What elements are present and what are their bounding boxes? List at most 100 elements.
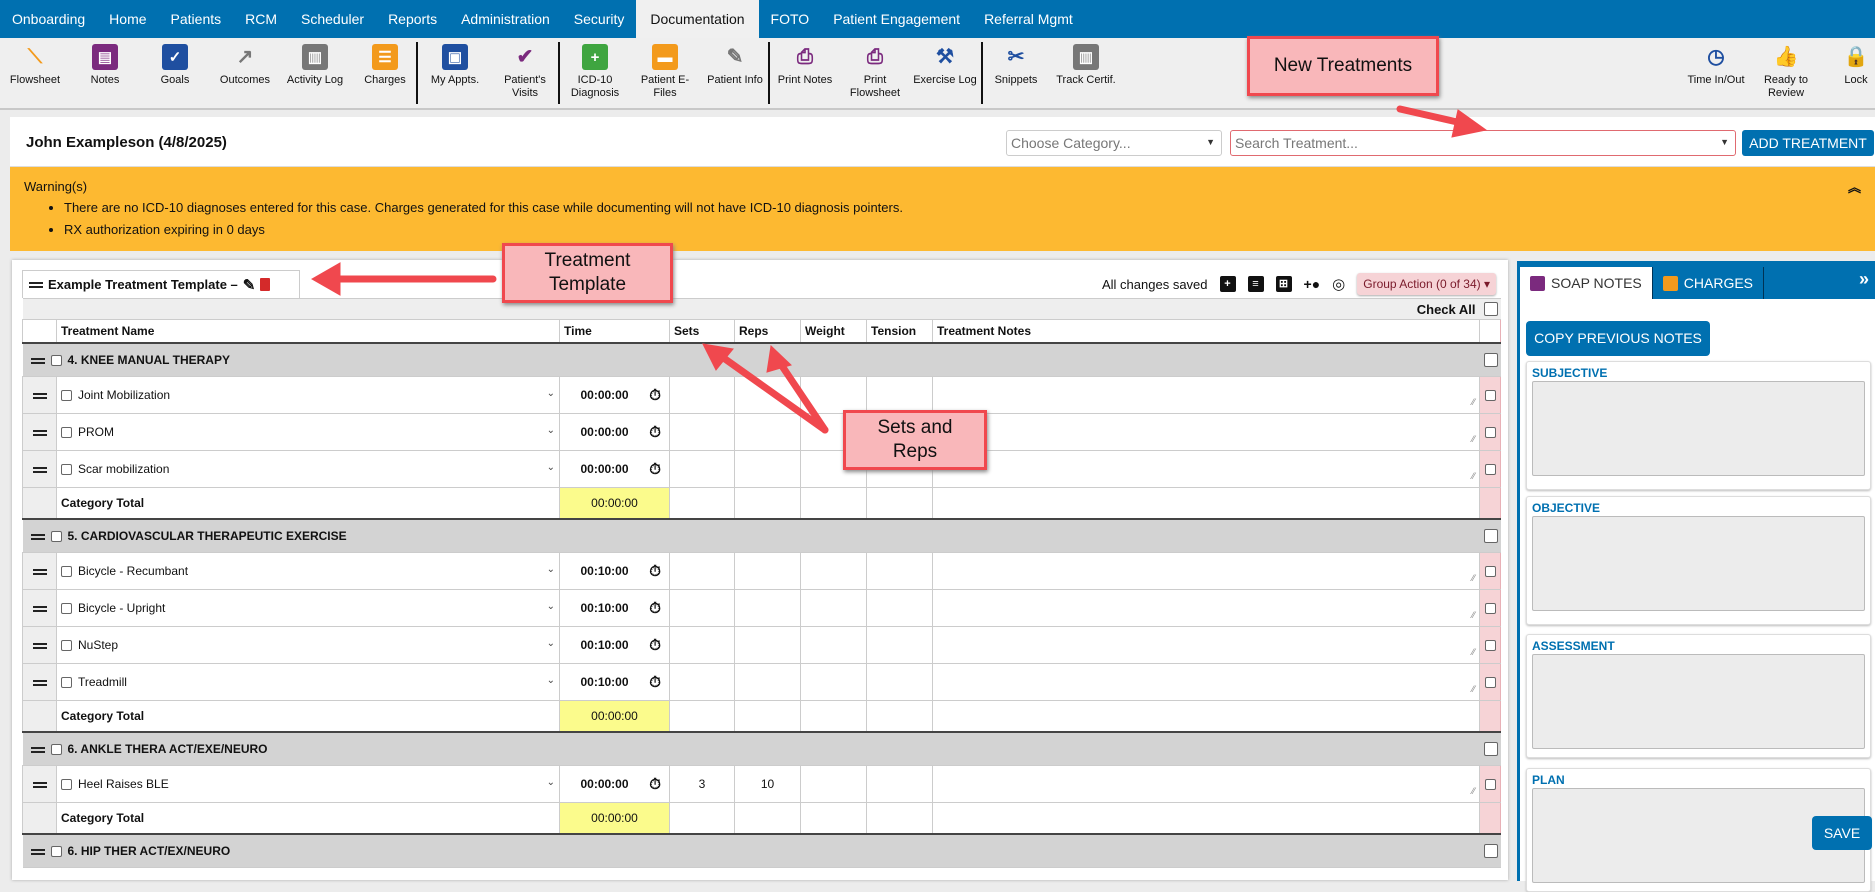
chevron-down-icon[interactable]: ⌄ xyxy=(547,777,555,788)
chevron-down-icon[interactable]: ⌄ xyxy=(547,388,555,399)
row-select-checkbox[interactable] xyxy=(1483,529,1498,544)
stopwatch-icon[interactable]: ⏱ xyxy=(649,461,661,478)
tab-charges[interactable]: CHARGES xyxy=(1653,267,1765,299)
category-checkbox[interactable] xyxy=(50,355,62,367)
treatment-notes-cell[interactable]: ⁄⁄ xyxy=(931,413,1481,451)
resize-handle-icon[interactable]: ⁄⁄ xyxy=(1472,434,1475,444)
row-select-checkbox[interactable] xyxy=(1484,464,1496,476)
treatment-checkbox[interactable] xyxy=(61,779,72,791)
tension-cell[interactable] xyxy=(866,663,933,701)
save-button[interactable]: SAVE xyxy=(1812,816,1872,850)
weight-cell[interactable] xyxy=(800,765,867,803)
copy-previous-notes-button[interactable]: COPY PREVIOUS NOTES xyxy=(1526,321,1710,356)
assessment-textarea[interactable] xyxy=(1532,654,1865,749)
column-header[interactable]: Weight xyxy=(800,319,867,343)
nav-patients[interactable]: Patients xyxy=(159,0,234,38)
toolbar-patient-e-files[interactable]: ▬ Patient E-Files xyxy=(630,44,700,100)
sets-cell[interactable] xyxy=(669,589,735,627)
row-select-checkbox[interactable] xyxy=(1484,677,1496,689)
weight-cell[interactable] xyxy=(800,626,867,664)
stopwatch-icon[interactable]: ⏱ xyxy=(649,776,661,793)
chevron-down-icon[interactable]: ⌄ xyxy=(547,425,555,436)
treatment-notes-cell[interactable]: ⁄⁄ xyxy=(931,663,1481,701)
treatment-notes-cell[interactable]: ⁄⁄ xyxy=(931,626,1481,664)
drag-handle-icon[interactable] xyxy=(30,848,45,855)
toolbar-print-notes[interactable]: ⎙ Print Notes xyxy=(770,44,840,87)
tension-cell[interactable] xyxy=(866,552,933,590)
reps-cell[interactable] xyxy=(734,450,801,488)
toolbar-outcomes[interactable]: ↗ Outcomes xyxy=(210,44,280,87)
sets-cell[interactable] xyxy=(669,413,735,451)
drag-handle-icon[interactable] xyxy=(30,746,45,753)
treatment-name-cell[interactable]: Bicycle - Upright ⌄ xyxy=(56,589,560,627)
row-select-checkbox[interactable] xyxy=(1484,640,1496,652)
drag-handle[interactable] xyxy=(22,413,57,451)
treatment-name-cell[interactable]: Joint Mobilization ⌄ xyxy=(56,376,560,414)
row-select-checkbox[interactable] xyxy=(1483,742,1498,757)
drag-handle[interactable] xyxy=(22,450,57,488)
category-checkbox[interactable] xyxy=(50,531,62,543)
drag-handle[interactable] xyxy=(22,589,57,627)
sets-cell[interactable] xyxy=(669,450,735,488)
stopwatch-icon[interactable]: ⏱ xyxy=(649,563,661,580)
check-all-checkbox[interactable] xyxy=(1483,302,1498,317)
time-cell[interactable]: 00:10:00 ⏱ xyxy=(559,626,670,664)
stopwatch-icon[interactable]: ⏱ xyxy=(649,387,661,404)
column-header[interactable]: Treatment Name xyxy=(56,319,560,343)
nav-security[interactable]: Security xyxy=(562,0,637,38)
nav-referral-mgmt[interactable]: Referral Mgmt xyxy=(972,0,1085,38)
chevron-down-icon[interactable]: ⌄ xyxy=(547,564,555,575)
treatment-name-cell[interactable]: PROM ⌄ xyxy=(56,413,560,451)
treatment-checkbox[interactable] xyxy=(61,677,72,689)
treatment-checkbox[interactable] xyxy=(61,566,72,578)
tab-soap-notes[interactable]: SOAP NOTES xyxy=(1520,267,1653,299)
reps-cell[interactable] xyxy=(734,413,801,451)
treatment-checkbox[interactable] xyxy=(61,464,72,476)
toolbar-patient-info[interactable]: ✎ Patient Info xyxy=(700,44,770,87)
treatment-name-cell[interactable]: Scar mobilization ⌄ xyxy=(56,450,560,488)
category-checkbox[interactable] xyxy=(50,846,62,858)
row-select-checkbox[interactable] xyxy=(1484,779,1496,791)
resize-handle-icon[interactable]: ⁄⁄ xyxy=(1472,786,1475,796)
resize-handle-icon[interactable]: ⁄⁄ xyxy=(1472,684,1475,694)
add-person-icon[interactable]: +● xyxy=(1304,276,1321,292)
drag-handle-icon[interactable] xyxy=(30,533,45,540)
nav-administration[interactable]: Administration xyxy=(449,0,562,38)
weight-cell[interactable] xyxy=(800,663,867,701)
reps-cell[interactable] xyxy=(734,589,801,627)
drag-handle[interactable] xyxy=(22,376,57,414)
nav-foto[interactable]: FOTO xyxy=(759,0,822,38)
nav-onboarding[interactable]: Onboarding xyxy=(0,0,97,38)
row-select-checkbox[interactable] xyxy=(1484,390,1496,402)
drag-handle[interactable] xyxy=(22,663,57,701)
category-checkbox[interactable] xyxy=(50,744,62,756)
column-header[interactable]: Treatment Notes xyxy=(931,319,1481,343)
row-select-checkbox[interactable] xyxy=(1484,566,1496,578)
tension-cell[interactable] xyxy=(866,589,933,627)
toolbar-activity-log[interactable]: ▥ Activity Log xyxy=(280,44,350,87)
treatment-name-cell[interactable]: Treadmill ⌄ xyxy=(56,663,560,701)
expand-chevron-icon[interactable]: » xyxy=(1859,269,1869,290)
collapse-chevron-icon[interactable]: ︽ xyxy=(1848,177,1861,196)
toolbar-exercise-log[interactable]: ⚒ Exercise Log xyxy=(910,44,980,87)
resize-handle-icon[interactable]: ⁄⁄ xyxy=(1472,610,1475,620)
column-header[interactable]: Sets xyxy=(669,319,735,343)
add-document-icon[interactable]: + xyxy=(1219,276,1236,292)
nav-patient-engagement[interactable]: Patient Engagement xyxy=(821,0,972,38)
treatment-name-cell[interactable]: Heel Raises BLE ⌄ xyxy=(56,765,560,803)
nav-scheduler[interactable]: Scheduler xyxy=(289,0,376,38)
row-select-checkbox[interactable] xyxy=(1484,427,1496,439)
stopwatch-icon[interactable]: ⏱ xyxy=(649,637,661,654)
sets-cell[interactable] xyxy=(669,376,735,414)
stopwatch-icon[interactable]: ⏱ xyxy=(649,674,661,691)
toolbar-charges[interactable]: ☰ Charges xyxy=(350,44,420,87)
search-treatment-select[interactable]: Search Treatment... ▼ xyxy=(1230,130,1736,156)
add-treatment-button[interactable]: ADD TREATMENT xyxy=(1742,130,1874,156)
add-copy-icon[interactable]: ⊞ xyxy=(1275,276,1292,292)
resize-handle-icon[interactable]: ⁄⁄ xyxy=(1472,573,1475,583)
nav-documentation[interactable]: Documentation xyxy=(636,0,759,38)
toolbar-track-certif[interactable]: ▥ Track Certif. xyxy=(1051,44,1121,87)
treatment-notes-cell[interactable]: ⁄⁄ xyxy=(931,552,1481,590)
treatment-name-cell[interactable]: NuStep ⌄ xyxy=(56,626,560,664)
template-tab[interactable]: Example Treatment Template – ✎ xyxy=(22,270,300,298)
